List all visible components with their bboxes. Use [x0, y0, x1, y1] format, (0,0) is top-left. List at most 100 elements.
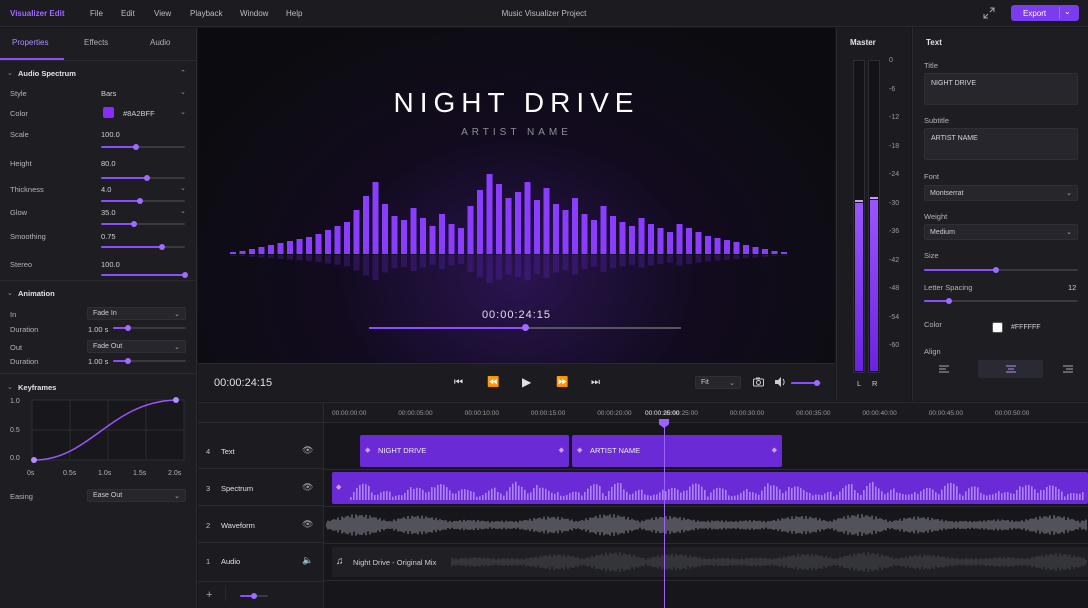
- spectrum-clip-bar: [359, 485, 361, 500]
- color-value[interactable]: #8A2BFF: [123, 109, 155, 118]
- volume-slider[interactable]: [791, 380, 821, 386]
- camera-icon[interactable]: [753, 377, 764, 387]
- spectrum-bar: [515, 192, 521, 254]
- export-button[interactable]: Export ⌄: [1011, 5, 1079, 21]
- spectrum-clip-bar: [686, 490, 688, 500]
- scale-slider[interactable]: [101, 144, 185, 150]
- anim-out-duration-slider[interactable]: [113, 358, 186, 364]
- skip-start-icon[interactable]: ⏮: [454, 377, 463, 388]
- align-center-button[interactable]: [978, 360, 1043, 378]
- time-ruler[interactable]: 00:00:00:00 00:00:05:00 00:00:10:00 00:00:1…: [324, 403, 1088, 423]
- volume-icon[interactable]: [775, 377, 786, 387]
- skip-end-icon[interactable]: ⏭: [591, 377, 600, 388]
- text-color-swatch[interactable]: [992, 322, 1003, 333]
- add-track-icon[interactable]: +: [206, 589, 212, 601]
- eye-icon[interactable]: 👁: [302, 482, 313, 493]
- spectrum-clip-bar: [752, 492, 754, 500]
- rewind-icon[interactable]: ⏪: [487, 377, 499, 388]
- style-label: Style: [10, 89, 27, 98]
- easing-select[interactable]: Ease Out ⌄: [87, 489, 186, 502]
- spectrum-clip-bar: [461, 489, 463, 500]
- fullscreen-icon[interactable]: [983, 7, 995, 19]
- spectrum-clip-bar: [773, 485, 775, 500]
- anim-out-select[interactable]: Fade Out ⌄: [87, 340, 186, 353]
- track-header-spectrum[interactable]: 3 Spectrum 👁: [198, 470, 324, 506]
- zoom-fit-select[interactable]: Fit ⌄: [695, 376, 741, 389]
- spectrum-clip-bar: [947, 483, 949, 500]
- height-slider[interactable]: [101, 175, 185, 181]
- spectrum-clip-bar: [602, 493, 604, 500]
- anim-in-duration-slider[interactable]: [113, 325, 186, 331]
- preview-canvas[interactable]: NIGHT DRIVE ARTIST NAME 00:00:24:15: [198, 28, 835, 363]
- playhead-handle[interactable]: [659, 419, 669, 428]
- fast-forward-icon[interactable]: ⏩: [556, 377, 568, 388]
- keyframe-end[interactable]: [173, 397, 179, 403]
- track-header-text[interactable]: 4 Text 👁: [198, 433, 324, 469]
- smoothing-value: 0.75: [101, 232, 116, 241]
- spectrum-clip-bar: [1079, 493, 1081, 500]
- eye-icon[interactable]: 👁: [302, 519, 313, 530]
- chevron-down-icon[interactable]: ⌄: [1064, 7, 1071, 16]
- anim-in-select[interactable]: Fade In ⌄: [87, 307, 186, 320]
- collapse-icon[interactable]: ⌄: [7, 289, 13, 297]
- tab-effects[interactable]: Effects: [84, 38, 108, 47]
- play-icon[interactable]: ▶: [522, 375, 531, 389]
- collapse-icon[interactable]: ⌄: [7, 383, 13, 391]
- spectrum-clip-bar: [764, 486, 766, 500]
- audio-clip[interactable]: ♫ Night Drive - Original Mix: [332, 547, 1088, 577]
- spectrum-bar: [401, 220, 407, 254]
- weight-select[interactable]: Medium ⌄: [924, 224, 1078, 240]
- preview-scrubber[interactable]: [369, 324, 681, 331]
- track-name: Spectrum: [221, 484, 254, 493]
- spectrum-clip-bar: [1022, 487, 1024, 500]
- collapse-icon[interactable]: ⌄: [7, 69, 13, 77]
- color-swatch[interactable]: [103, 107, 114, 118]
- keyframe-start[interactable]: [31, 457, 37, 463]
- title-input[interactable]: NIGHT DRIVE: [924, 73, 1078, 105]
- timeline-zoom-slider[interactable]: [240, 593, 268, 599]
- text-clip-title[interactable]: ◆ NIGHT DRIVE ◆: [360, 435, 569, 467]
- smoothing-slider[interactable]: [101, 244, 185, 250]
- spectrum-reflection: [505, 255, 512, 275]
- chevron-down-icon[interactable]: ⌄: [180, 207, 186, 215]
- spectrum-clip-bar: [437, 484, 439, 500]
- align-right-button[interactable]: [1048, 360, 1078, 378]
- text-panel-title: Text: [926, 38, 942, 47]
- eye-icon[interactable]: 👁: [302, 445, 313, 456]
- style-value[interactable]: Bars: [101, 89, 116, 98]
- speaker-icon[interactable]: 🔈: [302, 555, 313, 566]
- scrubber-handle[interactable]: [522, 324, 529, 331]
- tab-properties[interactable]: Properties: [12, 38, 48, 47]
- subtitle-input[interactable]: ARTIST NAME: [924, 128, 1078, 160]
- spectrum-bar: [277, 243, 284, 254]
- track-header-audio[interactable]: 1 Audio 🔈: [198, 543, 324, 579]
- spectrum-clip-bar: [944, 485, 946, 500]
- text-clip-subtitle[interactable]: ◆ ARTIST NAME ◆: [572, 435, 782, 467]
- thickness-slider[interactable]: [101, 198, 185, 204]
- tab-audio[interactable]: Audio: [150, 38, 170, 47]
- text-color-value[interactable]: #FFFFFF: [1011, 324, 1041, 331]
- align-center-icon: [1006, 365, 1016, 373]
- spectrum-bar: [296, 239, 303, 254]
- chevron-down-icon[interactable]: ⌄: [180, 184, 186, 192]
- align-left-button[interactable]: [924, 360, 964, 378]
- keyframe-diamond-icon: ◆: [336, 484, 342, 491]
- font-select[interactable]: Montserrat ⌄: [924, 185, 1078, 201]
- size-slider[interactable]: [924, 267, 1078, 273]
- spectrum-clip-bar: [593, 484, 595, 500]
- spectrum-clip-bar: [851, 484, 853, 500]
- playhead[interactable]: [664, 421, 665, 608]
- glow-slider[interactable]: [101, 221, 185, 227]
- letter-spacing-slider[interactable]: [924, 298, 1078, 304]
- chevron-up-icon[interactable]: ⌃: [180, 69, 186, 77]
- subtitle-label: Subtitle: [924, 116, 950, 125]
- chevron-down-icon[interactable]: ⌄: [180, 108, 186, 116]
- spectrum-clip-bar: [371, 492, 373, 500]
- waveform-clip[interactable]: [326, 511, 1088, 539]
- stereo-slider[interactable]: [101, 272, 188, 278]
- spectrum-bar: [771, 251, 778, 254]
- track-header-waveform[interactable]: 2 Waveform 👁: [198, 507, 324, 543]
- chevron-down-icon[interactable]: ⌄: [180, 88, 186, 96]
- spectrum-clip[interactable]: ◆: [332, 472, 1088, 504]
- spectrum-clip-bar: [890, 489, 892, 500]
